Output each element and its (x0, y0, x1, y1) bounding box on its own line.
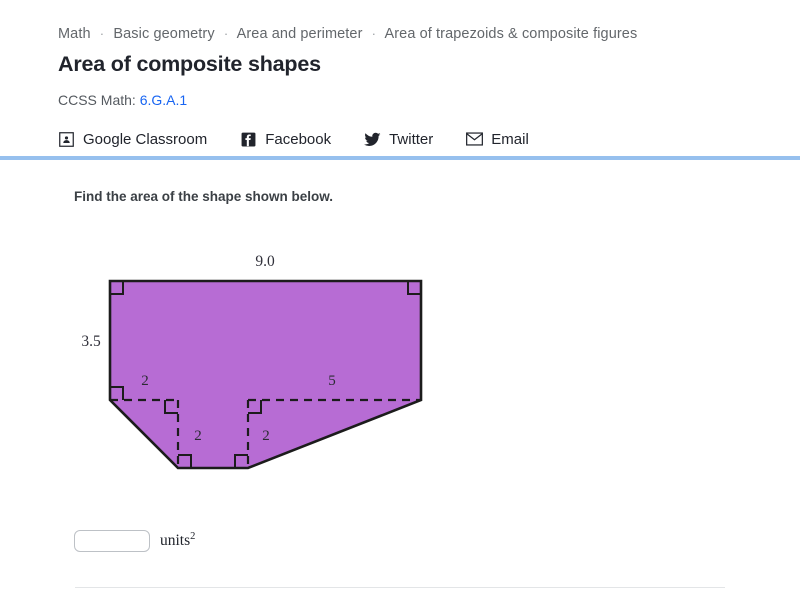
facebook-icon (240, 131, 257, 148)
page-title: Area of composite shapes (58, 52, 321, 76)
share-facebook-label: Facebook (265, 130, 332, 148)
answer-row: units2 (74, 528, 195, 554)
units-text: units (160, 532, 191, 550)
ccss-code-link[interactable]: 6.G.A.1 (140, 92, 187, 108)
label-inner-mid-left: 2 (194, 428, 202, 444)
share-google-classroom-label: Google Classroom (83, 130, 208, 148)
breadcrumb-separator: · (223, 26, 229, 41)
label-inner-mid-right: 2 (262, 428, 270, 444)
share-email-label: Email (491, 130, 529, 148)
header-divider (0, 156, 800, 160)
email-icon (466, 131, 484, 148)
breadcrumb: Math · Basic geometry · Area and perimet… (58, 26, 637, 42)
units-label: units2 (160, 531, 195, 550)
label-top-length: 9.0 (255, 253, 275, 270)
answer-input[interactable] (74, 530, 150, 552)
twitter-icon (364, 131, 381, 148)
exercise-prompt: Find the area of the shape shown below. (74, 189, 334, 204)
google-classroom-icon (58, 131, 75, 148)
composite-shape-figure: 9.0 3.5 2 5 2 2 (60, 240, 460, 490)
breadcrumb-separator: · (371, 26, 377, 41)
share-twitter-label: Twitter (389, 130, 434, 148)
share-facebook-button[interactable]: Facebook (240, 131, 331, 148)
share-twitter-button[interactable]: Twitter (364, 131, 433, 148)
label-inner-left: 2 (141, 373, 149, 389)
label-left-height: 3.5 (81, 333, 101, 350)
share-google-classroom-button[interactable]: Google Classroom (58, 131, 207, 148)
breadcrumb-item-area-and-perimeter[interactable]: Area and perimeter (237, 26, 363, 42)
ccss-standard-line: CCSS Math: 6.G.A.1 (58, 92, 187, 108)
ccss-prefix: CCSS Math: (58, 92, 140, 108)
share-email-button[interactable]: Email (466, 131, 529, 148)
share-row: Google Classroom Facebook Twitter Email (58, 128, 562, 150)
breadcrumb-item-math[interactable]: Math (58, 26, 91, 42)
breadcrumb-separator: · (99, 26, 105, 41)
breadcrumb-item-area-of-trapezoids[interactable]: Area of trapezoids & composite figures (384, 26, 637, 42)
bottom-divider (75, 587, 725, 588)
units-exponent: 2 (190, 531, 196, 543)
breadcrumb-item-basic-geometry[interactable]: Basic geometry (113, 26, 214, 42)
label-inner-right: 5 (328, 373, 336, 389)
